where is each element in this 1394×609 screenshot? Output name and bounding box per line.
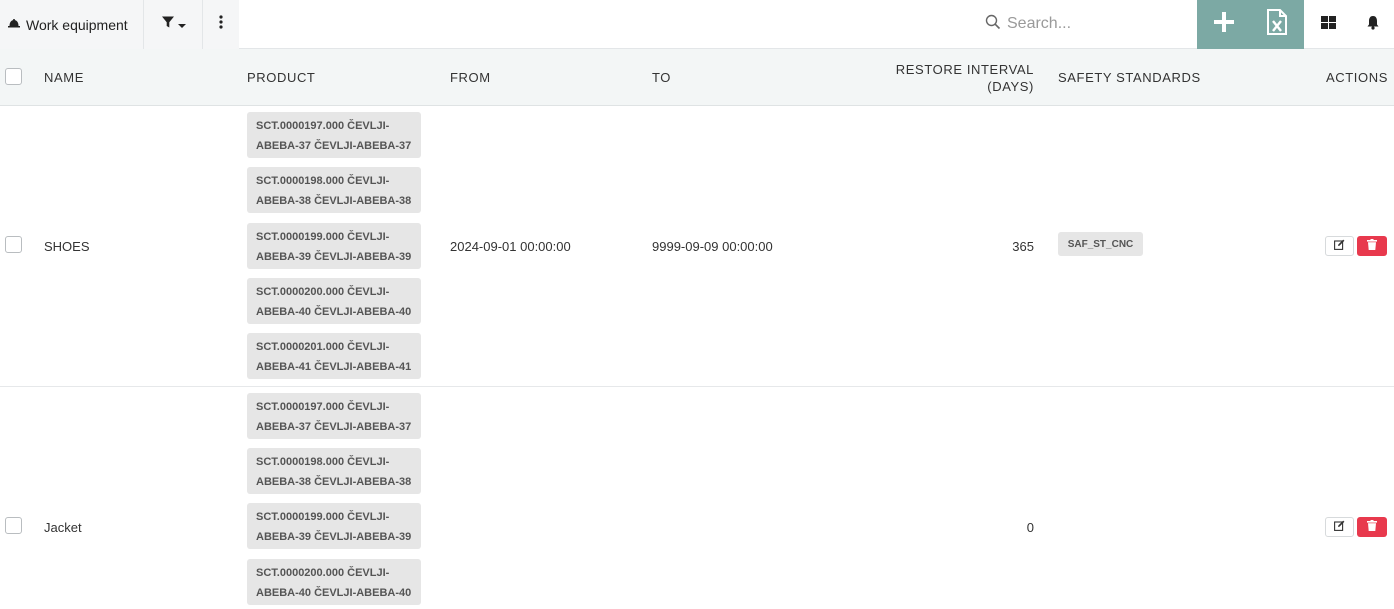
product-chip: SCT.0000200.000 ČEVLJI- ABEBA-40 ČEVLJI-…: [247, 278, 421, 324]
select-all-checkbox[interactable]: [5, 68, 22, 85]
product-chip-line: ABEBA-37 ČEVLJI-ABEBA-37: [256, 421, 412, 433]
trash-icon: [1367, 518, 1377, 536]
page-title-bar: Work equipment: [0, 0, 144, 49]
row-restore-interval: 0: [1026, 520, 1034, 535]
page-title: Work equipment: [26, 16, 128, 33]
trash-icon: [1367, 237, 1377, 255]
notifications-button[interactable]: [1352, 0, 1394, 49]
filter-button[interactable]: [144, 0, 203, 49]
column-header-actions: ACTIONS: [1326, 70, 1388, 85]
product-chip-line: ABEBA-37 ČEVLJI-ABEBA-37: [256, 140, 412, 152]
excel-export-icon: [1267, 9, 1287, 40]
grid-layout-icon: [1320, 15, 1336, 34]
column-header-restore-interval[interactable]: RESTORE INTERVAL (DAYS): [880, 61, 1034, 95]
product-chip: SCT.0000201.000 ČEVLJI- ABEBA-41 ČEVLJI-…: [247, 333, 421, 379]
column-header-product[interactable]: PRODUCT: [247, 70, 315, 85]
column-header-safety-standards[interactable]: SAFETY STANDARDS: [1058, 70, 1201, 85]
delete-button[interactable]: [1357, 236, 1387, 256]
product-chip-line: SCT.0000198.000 ČEVLJI-: [256, 456, 390, 468]
filter-icon: [161, 15, 175, 34]
product-chip-line: ABEBA-38 ČEVLJI-ABEBA-38: [256, 195, 412, 207]
product-chip: SCT.0000197.000 ČEVLJI- ABEBA-37 ČEVLJI-…: [247, 112, 421, 158]
product-chip-line: ABEBA-40 ČEVLJI-ABEBA-40: [256, 587, 412, 599]
product-chip-line: SCT.0000199.000 ČEVLJI-: [256, 231, 390, 243]
table-row: Jacket SCT.0000197.000 ČEVLJI- ABEBA-37 …: [0, 387, 1394, 609]
row-checkbox[interactable]: [5, 236, 22, 253]
product-chip-line: SCT.0000200.000 ČEVLJI-: [256, 567, 390, 579]
add-button[interactable]: [1197, 0, 1250, 49]
product-chip-line: SCT.0000197.000 ČEVLJI-: [256, 401, 390, 413]
row-to: 9999-09-09 00:00:00: [652, 239, 773, 254]
row-name: Jacket: [44, 520, 82, 535]
product-chip: SCT.0000198.000 ČEVLJI- ABEBA-38 ČEVLJI-…: [247, 448, 421, 494]
row-restore-interval: 365: [1012, 239, 1034, 254]
bell-icon: [1366, 15, 1380, 35]
more-options-button[interactable]: [203, 0, 239, 49]
search-box: [985, 13, 1197, 35]
edit-button[interactable]: [1325, 517, 1354, 537]
product-chip: SCT.0000197.000 ČEVLJI- ABEBA-37 ČEVLJI-…: [247, 393, 421, 439]
table-row: SHOES SCT.0000197.000 ČEVLJI- ABEBA-37 Č…: [0, 106, 1394, 387]
product-chip-line: ABEBA-38 ČEVLJI-ABEBA-38: [256, 476, 412, 488]
delete-button[interactable]: [1357, 517, 1387, 537]
product-chip: SCT.0000199.000 ČEVLJI- ABEBA-39 ČEVLJI-…: [247, 503, 421, 549]
edit-icon: [1334, 518, 1345, 536]
product-chip: SCT.0000200.000 ČEVLJI- ABEBA-40 ČEVLJI-…: [247, 559, 421, 605]
column-header-to[interactable]: TO: [652, 70, 671, 85]
vertical-dots-icon: [219, 15, 223, 34]
toolbar: Work equipment: [0, 0, 1394, 49]
search-input[interactable]: [1007, 15, 1197, 33]
column-header-from[interactable]: FROM: [450, 70, 491, 85]
layout-toggle-button[interactable]: [1304, 0, 1352, 49]
column-header-name[interactable]: NAME: [44, 70, 84, 85]
product-chip-line: ABEBA-40 ČEVLJI-ABEBA-40: [256, 306, 412, 318]
row-name: SHOES: [44, 239, 90, 254]
search-icon: [985, 14, 1001, 35]
product-chip-line: ABEBA-39 ČEVLJI-ABEBA-39: [256, 531, 412, 543]
column-header-restore-interval-line2: (DAYS): [987, 79, 1034, 94]
product-chip-line: SCT.0000198.000 ČEVLJI-: [256, 175, 390, 187]
table-header: NAME PRODUCT FROM TO RESTORE INTERVAL (D…: [0, 49, 1394, 106]
edit-button[interactable]: [1325, 236, 1354, 256]
row-from: 2024-09-01 00:00:00: [450, 239, 571, 254]
safety-standard-chip: SAF_ST_CNC: [1058, 232, 1143, 256]
product-chip-line: SCT.0000200.000 ČEVLJI-: [256, 286, 390, 298]
product-chip-line: ABEBA-39 ČEVLJI-ABEBA-39: [256, 251, 412, 263]
hard-hat-icon: [7, 16, 21, 33]
product-chip: SCT.0000199.000 ČEVLJI- ABEBA-39 ČEVLJI-…: [247, 223, 421, 269]
export-excel-button[interactable]: [1250, 0, 1304, 49]
row-checkbox[interactable]: [5, 517, 22, 534]
product-chip: SCT.0000198.000 ČEVLJI- ABEBA-38 ČEVLJI-…: [247, 167, 421, 213]
plus-icon: [1213, 11, 1235, 38]
chevron-down-icon: [177, 16, 186, 34]
edit-icon: [1334, 237, 1345, 255]
product-chip-line: SCT.0000197.000 ČEVLJI-: [256, 120, 390, 132]
product-chip-line: SCT.0000201.000 ČEVLJI-: [256, 341, 390, 353]
product-chip-line: SCT.0000199.000 ČEVLJI-: [256, 511, 390, 523]
product-chip-line: ABEBA-41 ČEVLJI-ABEBA-41: [256, 361, 412, 373]
column-header-restore-interval-line1: RESTORE INTERVAL: [895, 62, 1034, 77]
